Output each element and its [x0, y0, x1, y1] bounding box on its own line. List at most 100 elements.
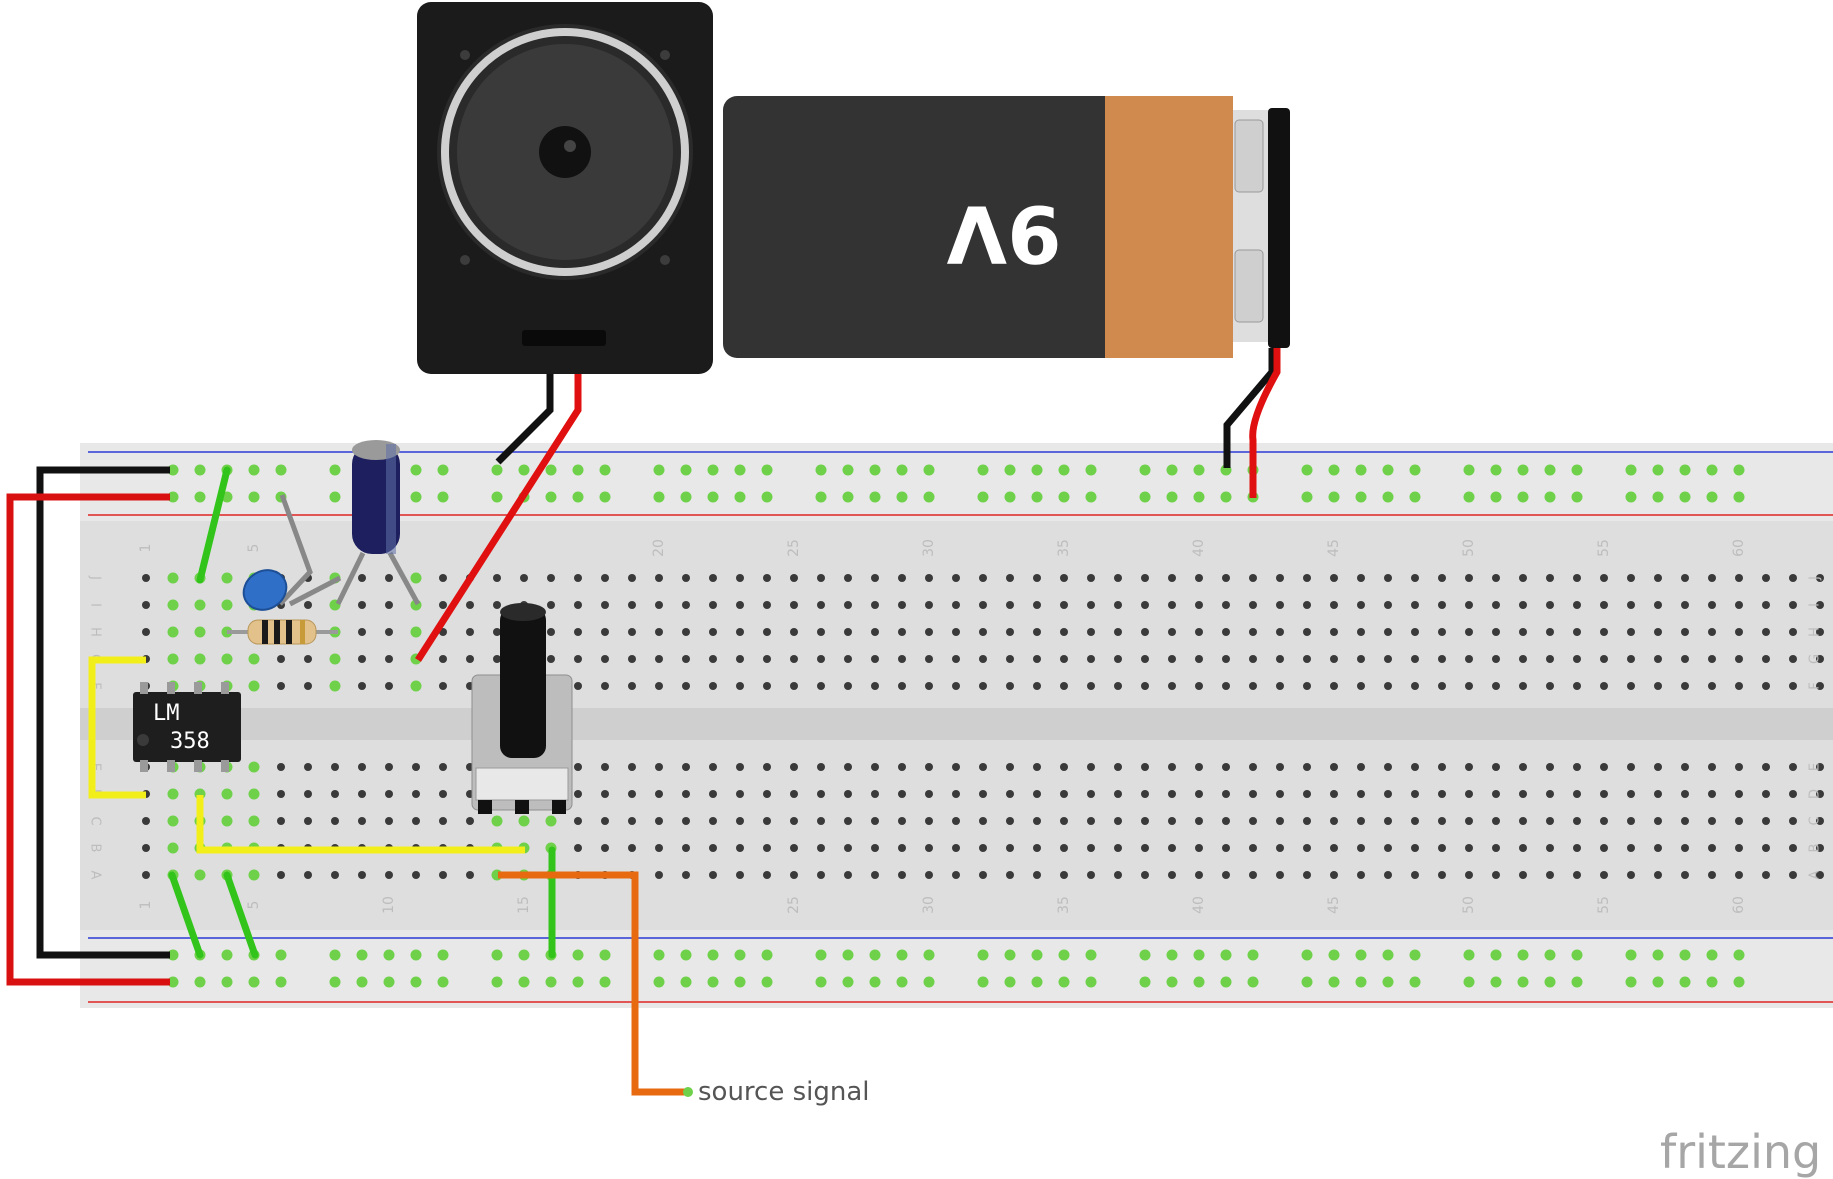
breadboard-hole: [952, 574, 960, 582]
pot-knob[interactable]: [500, 608, 546, 758]
breadboard-hole: [547, 574, 555, 582]
rail-hole: [599, 464, 611, 476]
breadboard-hole: [1033, 817, 1041, 825]
rail-hole: [410, 976, 422, 988]
breadboard-hole: [763, 871, 771, 879]
breadboard-hole: [682, 628, 690, 636]
breadboard-hole: [358, 682, 366, 690]
battery-9v[interactable]: 9V: [723, 96, 1290, 498]
rail-hole: [842, 976, 854, 988]
breadboard-hole: [817, 871, 825, 879]
breadboard-hole: [385, 574, 393, 582]
breadboard-hole: [1087, 790, 1095, 798]
breadboard-hole: [790, 628, 798, 636]
breadboard-hole: [1006, 844, 1014, 852]
breadboard-hole: [1735, 817, 1743, 825]
column-number: 40: [1191, 539, 1207, 557]
breadboard-hole: [1789, 682, 1797, 690]
breadboard-hole: [194, 869, 206, 881]
breadboard-hole: [167, 626, 179, 638]
rail-hole: [1733, 464, 1745, 476]
breadboard-hole: [1060, 871, 1068, 879]
rail-hole: [842, 464, 854, 476]
breadboard-hole: [1033, 601, 1041, 609]
breadboard-hole: [1627, 682, 1635, 690]
breadboard-hole: [1573, 655, 1581, 663]
rail-hole: [1490, 464, 1502, 476]
breadboard-hole: [1546, 817, 1554, 825]
breadboard-hole: [1438, 682, 1446, 690]
rail-hole: [599, 491, 611, 503]
breadboard-hole: [844, 844, 852, 852]
rail-hole: [1382, 976, 1394, 988]
breadboard-hole: [898, 655, 906, 663]
rail-hole: [1004, 949, 1016, 961]
breadboard-hole: [1600, 655, 1608, 663]
breadboard-hole: [1546, 871, 1554, 879]
rail-hole: [1166, 491, 1178, 503]
rail-hole: [1382, 949, 1394, 961]
breadboard-hole: [736, 682, 744, 690]
breadboard-hole: [790, 763, 798, 771]
breadboard-hole: [952, 628, 960, 636]
breadboard-hole: [1033, 871, 1041, 879]
breadboard-hole: [1438, 574, 1446, 582]
breadboard-hole: [142, 574, 150, 582]
breadboard-hole: [979, 844, 987, 852]
breadboard-hole: [1195, 763, 1203, 771]
breadboard-hole: [439, 682, 447, 690]
breadboard-hole: [1303, 844, 1311, 852]
rail-hole: [518, 464, 530, 476]
breadboard-hole: [1114, 655, 1122, 663]
breadboard-hole: [682, 844, 690, 852]
breadboard-hole: [1087, 844, 1095, 852]
rail-hole: [1085, 949, 1097, 961]
breadboard-hole: [1087, 817, 1095, 825]
breadboard-hole: [844, 655, 852, 663]
rail-hole: [1139, 464, 1151, 476]
rail-hole: [761, 491, 773, 503]
breadboard-hole: [385, 817, 393, 825]
breadboard-hole: [1087, 574, 1095, 582]
breadboard-hole: [574, 655, 582, 663]
electrolytic-capacitor[interactable]: [352, 440, 400, 554]
breadboard-hole: [1762, 601, 1770, 609]
breadboard-hole: [410, 572, 422, 584]
row-letter: I: [88, 603, 103, 607]
breadboard-hole: [1627, 601, 1635, 609]
breadboard-hole: [493, 574, 501, 582]
breadboard-hole: [304, 790, 312, 798]
breadboard-hole: [493, 601, 501, 609]
breadboard-hole: [790, 655, 798, 663]
breadboard-hole: [1654, 682, 1662, 690]
rail-hole: [437, 949, 449, 961]
breadboard-hole: [1492, 655, 1500, 663]
rail-hole: [329, 464, 341, 476]
rail-hole: [1166, 464, 1178, 476]
breadboard-hole: [601, 574, 609, 582]
breadboard-hole: [871, 871, 879, 879]
breadboard-hole: [221, 653, 233, 665]
rail-hole: [1328, 976, 1340, 988]
breadboard-hole: [898, 871, 906, 879]
breadboard-hole: [1708, 844, 1716, 852]
rail-hole: [275, 949, 287, 961]
breadboard-hole: [1330, 763, 1338, 771]
rail-hole: [1301, 949, 1313, 961]
breadboard-hole: [358, 574, 366, 582]
rail-hole: [842, 491, 854, 503]
ic-chip[interactable]: LM 358: [133, 682, 241, 772]
row-letter: H: [1808, 627, 1823, 637]
speaker-screw-icon: [460, 255, 470, 265]
breadboard-hole: [844, 601, 852, 609]
breadboard-hole: [655, 790, 663, 798]
breadboard-hole: [1006, 790, 1014, 798]
breadboard-hole: [1006, 601, 1014, 609]
breadboard-hole: [709, 790, 717, 798]
breadboard-hole: [1681, 655, 1689, 663]
rail-hole: [1058, 491, 1070, 503]
breadboard-hole: [1654, 790, 1662, 798]
breadboard-hole: [925, 871, 933, 879]
rail-hole: [1490, 949, 1502, 961]
row-letter: F: [1808, 682, 1823, 689]
